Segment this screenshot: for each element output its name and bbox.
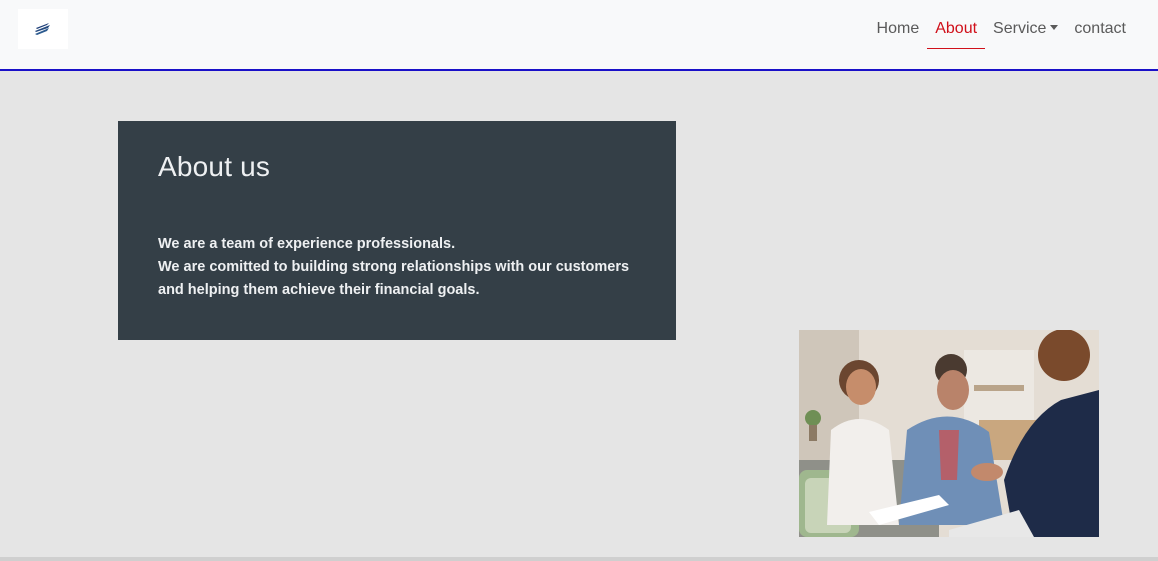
team-handshake-image bbox=[799, 330, 1099, 537]
footer-divider bbox=[0, 557, 1158, 561]
about-line-3: and helping them achieve their financial… bbox=[158, 282, 480, 298]
brand-logo-icon bbox=[35, 23, 50, 35]
about-description: We are a team of experience professional… bbox=[158, 233, 636, 302]
main-nav: Home About Service contact bbox=[869, 0, 1134, 69]
nav-about-label: About bbox=[935, 20, 978, 37]
about-line-2: We are comitted to building strong relat… bbox=[158, 259, 630, 275]
about-panel: About us We are a team of experience pro… bbox=[118, 121, 676, 340]
team-handshake-photo bbox=[799, 330, 1099, 537]
nav-contact[interactable]: contact bbox=[1066, 0, 1134, 49]
nav-contact-label: contact bbox=[1074, 20, 1126, 37]
nav-home-label: Home bbox=[876, 20, 920, 37]
nav-service-label: Service bbox=[993, 20, 1047, 37]
nav-home[interactable]: Home bbox=[869, 0, 928, 49]
about-line-1: We are a team of experience professional… bbox=[158, 236, 456, 252]
brand-logo[interactable] bbox=[18, 9, 68, 49]
about-title: About us bbox=[158, 151, 271, 182]
nav-service-dropdown[interactable]: Service bbox=[985, 0, 1066, 49]
navbar: Home About Service contact bbox=[0, 0, 1158, 71]
nav-about[interactable]: About bbox=[927, 0, 985, 49]
caret-down-icon bbox=[1050, 25, 1059, 30]
